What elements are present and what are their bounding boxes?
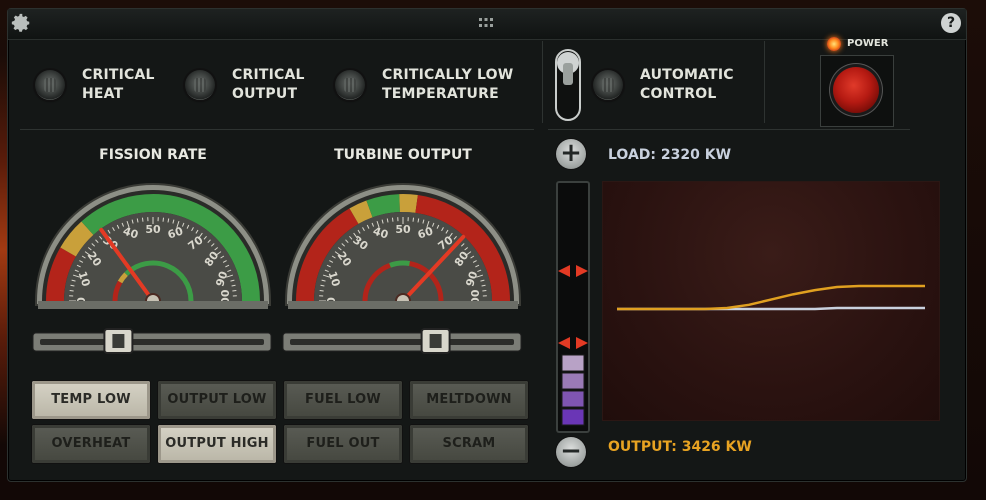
indicator-critical-heat: CRITICAL HEAT [35, 66, 155, 104]
indicator-critical-output: CRITICAL OUTPUT [185, 66, 305, 104]
alarm-button-meltdown[interactable]: MELTDOWN [410, 381, 528, 419]
alarm-button-overheat[interactable]: OVERHEAT [32, 425, 150, 463]
output-series-line [617, 284, 925, 311]
load-level-segment [561, 354, 585, 372]
load-readout: LOAD: 2320 KW [608, 147, 732, 163]
power-panel: POWER [820, 37, 894, 127]
warning-lamp-icon [335, 70, 365, 100]
plus-icon: + [560, 138, 582, 168]
warning-lamp-icon [35, 70, 65, 100]
indicator-label-line2: HEAT [82, 86, 124, 102]
power-button[interactable] [833, 67, 879, 113]
load-level-segment [561, 372, 585, 390]
warning-lamp-icon [185, 70, 215, 100]
title-bar: ? [8, 9, 966, 40]
turbine-output-slider[interactable] [282, 327, 522, 355]
increase-load-button[interactable]: + [556, 139, 586, 169]
alarm-button-fuel-low[interactable]: FUEL LOW [284, 381, 402, 419]
load-level-bar[interactable] [556, 181, 590, 433]
alarm-button-output-high[interactable]: OUTPUT HIGH [158, 425, 276, 463]
reactor-control-window: ? CRITICAL HEAT CRITICAL OUTPUT CRITICALLY… [7, 8, 967, 482]
indicator-automatic-control: AUTOMATIC CONTROL [593, 66, 734, 104]
divider [542, 41, 543, 123]
output-readout: OUTPUT: 3426 KW [608, 439, 752, 455]
automatic-control-toggle[interactable] [555, 49, 581, 121]
load-level-segment [561, 390, 585, 408]
indicator-label-line1: AUTOMATIC [640, 67, 734, 83]
indicator-critically-low-temperature: CRITICALLY LOW TEMPERATURE [335, 66, 513, 104]
divider [20, 129, 534, 130]
help-button[interactable]: ? [941, 13, 961, 33]
alarm-button-temp-low[interactable]: TEMP LOW [32, 381, 150, 419]
turbine-output-gauge: 0102030405060708090100 [285, 183, 521, 309]
minus-icon: − [560, 436, 582, 466]
gauge-tick-label: 50 [395, 223, 411, 236]
fission-rate-title: FISSION RATE [99, 147, 207, 163]
divider [548, 129, 910, 130]
load-level-segment [561, 408, 585, 426]
alarm-button-scram[interactable]: SCRAM [410, 425, 528, 463]
gear-icon[interactable] [10, 12, 32, 34]
alarm-button-output-low[interactable]: OUTPUT LOW [158, 381, 276, 419]
gauge-tick-label: 50 [145, 223, 161, 236]
power-led-icon [827, 37, 841, 51]
indicator-label-line1: CRITICAL [82, 67, 155, 83]
turbine-output-title: TURBINE OUTPUT [334, 147, 472, 163]
indicator-label-line2: CONTROL [640, 86, 717, 102]
fission-rate-gauge: 0102030405060708090100 [35, 183, 271, 309]
power-label: POWER [847, 38, 889, 49]
indicator-label-line2: TEMPERATURE [382, 86, 499, 102]
load-output-chart [602, 181, 940, 421]
warning-lamp-icon [593, 70, 623, 100]
fission-rate-slider[interactable] [32, 327, 272, 355]
indicator-label-line1: CRITICALLY LOW [382, 67, 514, 83]
alarm-button-fuel-out[interactable]: FUEL OUT [284, 425, 402, 463]
divider [764, 41, 765, 123]
decrease-load-button[interactable]: − [556, 437, 586, 467]
indicator-label-line2: OUTPUT [232, 86, 298, 102]
drag-handle-icon[interactable] [478, 17, 494, 29]
indicator-label-line1: CRITICAL [232, 67, 305, 83]
